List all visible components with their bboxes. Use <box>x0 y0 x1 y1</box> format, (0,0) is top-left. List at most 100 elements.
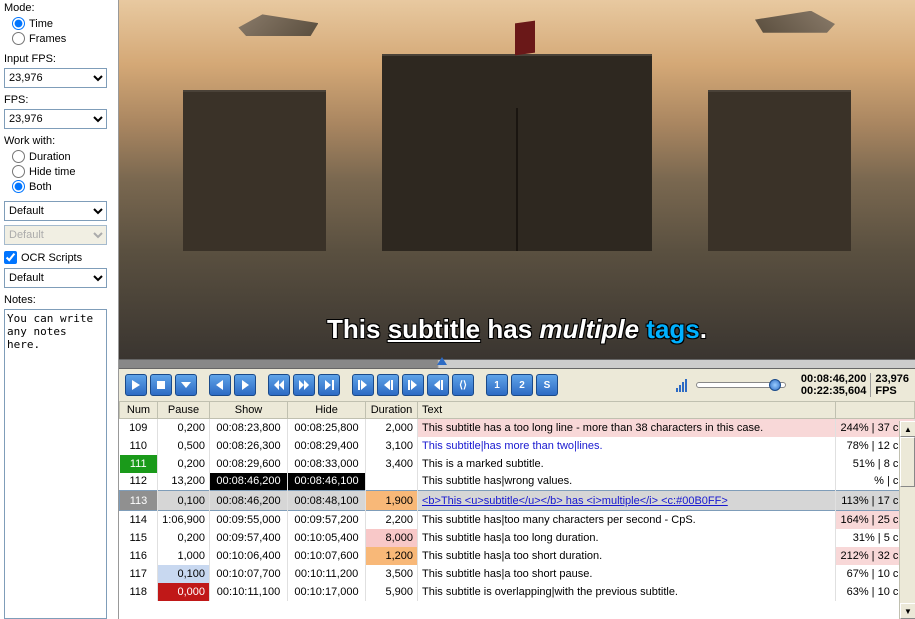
subtitle-text-color: tags <box>639 314 700 344</box>
ocr-scripts-label: OCR Scripts <box>21 252 82 264</box>
timeline-seekbar[interactable] <box>119 359 915 369</box>
scroll-thumb[interactable] <box>900 437 915 487</box>
fps-value: 23,976 <box>875 373 909 385</box>
cell-text: This subtitle|has more than two|lines. <box>418 437 836 455</box>
cell-num: 115 <box>120 529 158 547</box>
table-row[interactable]: 112 13,200 00:08:46,200 00:08:46,100 Thi… <box>120 473 915 491</box>
cell-num: 112 <box>120 473 158 491</box>
cell-dur: 1,900 <box>366 491 418 511</box>
input-fps-label: Input FPS: <box>4 53 114 65</box>
table-row-selected[interactable]: 113 0,100 00:08:46,200 00:08:48,100 1,90… <box>120 491 915 511</box>
scroll-down-button[interactable] <box>175 374 197 396</box>
table-row[interactable]: 110 0,500 00:08:26,300 00:08:29,400 3,10… <box>120 437 915 455</box>
cell-pause: 0,500 <box>158 437 210 455</box>
cell-text: <b>This <u>subtitle</u></b> has <i>multi… <box>418 491 836 511</box>
cell-hide: 00:08:33,000 <box>288 455 366 473</box>
cell-dur: 2,200 <box>366 511 418 529</box>
timeline-thumb[interactable] <box>437 357 447 365</box>
cell-pause: 0,200 <box>158 529 210 547</box>
col-num[interactable]: Num <box>120 402 158 419</box>
work-both-radio[interactable]: Both <box>12 180 114 193</box>
scroll-track[interactable] <box>900 437 915 603</box>
table-row[interactable]: 116 1,000 00:10:06,400 00:10:07,600 1,20… <box>120 547 915 565</box>
col-text[interactable]: Text <box>418 402 836 419</box>
table-row[interactable]: 114 1:06,900 00:09:55,000 00:09:57,200 2… <box>120 511 915 529</box>
notes-textarea[interactable]: You can write any notes here. <box>4 309 107 619</box>
table-row[interactable]: 118 0,000 00:10:11,100 00:10:17,000 5,90… <box>120 583 915 601</box>
cell-hide: 00:08:46,100 <box>288 473 366 491</box>
subtitle-text: . <box>700 314 707 344</box>
cell-dur <box>366 473 418 491</box>
mark-out-button[interactable] <box>427 374 449 396</box>
video-preview[interactable]: This subtitle has multiple tags. <box>119 0 915 359</box>
cell-hide: 00:10:11,200 <box>288 565 366 583</box>
building-graphic <box>708 90 851 252</box>
stop-button[interactable] <box>150 374 172 396</box>
mark-next-button[interactable] <box>402 374 424 396</box>
col-hide[interactable]: Hide <box>288 402 366 419</box>
input-fps-select[interactable]: 23,976 <box>4 68 107 88</box>
col-pause[interactable]: Pause <box>158 402 210 419</box>
preset-1-button[interactable]: 1 <box>486 374 508 396</box>
table-row[interactable]: 109 0,200 00:08:23,800 00:08:25,800 2,00… <box>120 419 915 437</box>
table-row[interactable]: 115 0,200 00:09:57,400 00:10:05,400 8,00… <box>120 529 915 547</box>
play-button[interactable] <box>125 374 147 396</box>
cell-num: 116 <box>120 547 158 565</box>
subtitle-text: has <box>480 314 539 344</box>
scroll-up-icon[interactable]: ▲ <box>900 421 915 437</box>
preset-2-button[interactable]: 2 <box>511 374 533 396</box>
col-pct[interactable] <box>836 402 915 419</box>
table-row[interactable]: 117 0,100 00:10:07,700 00:10:11,200 3,50… <box>120 565 915 583</box>
col-duration[interactable]: Duration <box>366 402 418 419</box>
main-panel: This subtitle has multiple tags. ⟨⟩ 1 2 … <box>119 0 915 619</box>
cell-show: 00:10:07,700 <box>210 565 288 583</box>
cell-pause: 13,200 <box>158 473 210 491</box>
col-show[interactable]: Show <box>210 402 288 419</box>
subtitle-text-underline: subtitle <box>388 314 480 344</box>
cell-text: This is a marked subtitle. <box>418 455 836 473</box>
scroll-down-icon[interactable]: ▼ <box>900 603 915 619</box>
cell-show: 00:08:29,600 <box>210 455 288 473</box>
ship-graphic <box>755 11 835 33</box>
cell-hide: 00:10:17,000 <box>288 583 366 601</box>
volume-slider[interactable] <box>696 382 786 388</box>
mark-prev-button[interactable] <box>377 374 399 396</box>
cell-num: 113 <box>120 491 158 511</box>
next-button[interactable] <box>234 374 256 396</box>
mode-frames-radio[interactable]: Frames <box>12 32 114 45</box>
ocr-scripts-checkbox[interactable]: OCR Scripts <box>4 251 114 264</box>
step-fwd-button[interactable] <box>318 374 340 396</box>
flag-graphic <box>515 20 535 55</box>
work-hide-radio[interactable]: Hide time <box>12 165 114 178</box>
rewind-button[interactable] <box>268 374 290 396</box>
cell-dur: 3,100 <box>366 437 418 455</box>
mark-in-button[interactable] <box>352 374 374 396</box>
cell-hide: 00:08:25,800 <box>288 419 366 437</box>
work-both-label: Both <box>29 181 52 193</box>
work-duration-radio[interactable]: Duration <box>12 150 114 163</box>
cell-show: 00:09:57,400 <box>210 529 288 547</box>
volume-knob[interactable] <box>769 379 781 391</box>
cell-dur: 3,500 <box>366 565 418 583</box>
cell-show: 00:09:55,000 <box>210 511 288 529</box>
table-row[interactable]: 111 0,200 00:08:29,600 00:08:33,000 3,40… <box>120 455 915 473</box>
cell-pause: 1:06,900 <box>158 511 210 529</box>
cell-dur: 8,000 <box>366 529 418 547</box>
cell-text: This subtitle has a too long line - more… <box>418 419 836 437</box>
cell-text: This subtitle is overlapping|with the pr… <box>418 583 836 601</box>
mode-time-radio[interactable]: Time <box>12 17 114 30</box>
fps-select[interactable]: 23,976 <box>4 109 107 129</box>
style1-select[interactable]: Default <box>4 201 107 221</box>
sync-button[interactable]: ⟨⟩ <box>452 374 474 396</box>
fastfwd-button[interactable] <box>293 374 315 396</box>
ocr-select[interactable]: Default <box>4 268 107 288</box>
vertical-scrollbar[interactable]: ▲ ▼ <box>899 421 915 619</box>
building-graphic <box>183 90 326 252</box>
cell-text: This subtitle has|wrong values. <box>418 473 836 491</box>
prev-button[interactable] <box>209 374 231 396</box>
preset-s-button[interactable]: S <box>536 374 558 396</box>
video-frame <box>119 0 915 359</box>
subtitle-overlay: This subtitle has multiple tags. <box>119 314 915 345</box>
cell-pause: 0,000 <box>158 583 210 601</box>
cell-dur: 5,900 <box>366 583 418 601</box>
